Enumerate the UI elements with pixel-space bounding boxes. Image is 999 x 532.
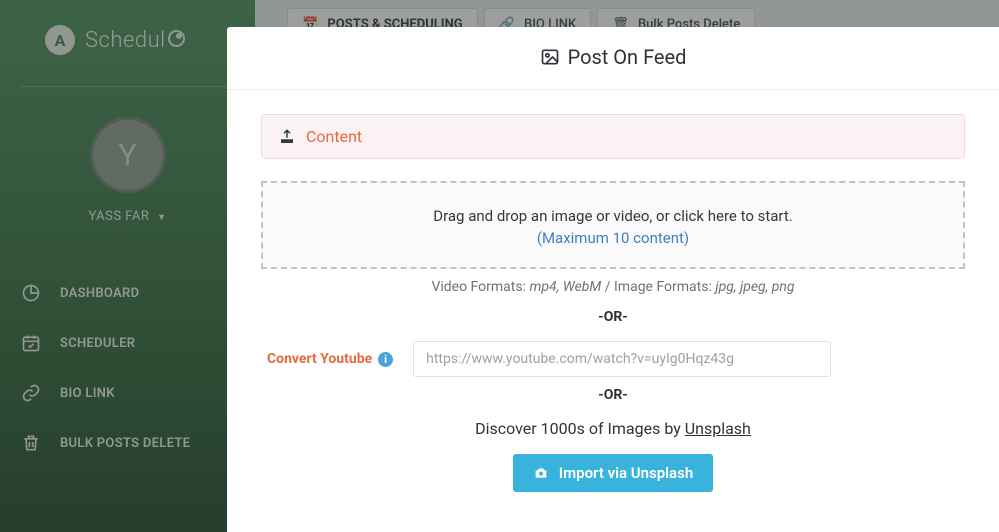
content-panel: Content: [261, 114, 965, 159]
youtube-url-input[interactable]: [413, 341, 831, 377]
content-panel-title: Content: [306, 127, 362, 146]
youtube-row: Convert Youtube i: [261, 341, 965, 377]
image-icon: [540, 47, 560, 67]
or-divider-1: -OR-: [261, 309, 965, 325]
modal-header: Post On Feed: [227, 27, 999, 90]
youtube-convert-label: Convert Youtube i: [267, 351, 393, 367]
image-formats: jpg, jpeg, png: [715, 279, 794, 295]
info-icon[interactable]: i: [378, 352, 393, 367]
content-panel-header: Content: [262, 115, 964, 158]
modal-title: Post On Feed: [568, 45, 687, 69]
unsplash-link[interactable]: Unsplash: [685, 419, 751, 438]
upload-icon: [278, 128, 296, 146]
import-unsplash-button[interactable]: Import via Unsplash: [513, 454, 713, 492]
or-divider-2: -OR-: [261, 387, 965, 403]
import-unsplash-label: Import via Unsplash: [559, 464, 693, 482]
unsplash-discover-text: Discover 1000s of Images by Unsplash: [261, 419, 965, 438]
dropzone-instruction: Drag and drop an image or video, or clic…: [275, 207, 951, 225]
camera-icon: [533, 465, 549, 481]
image-formats-label: Image Formats:: [614, 279, 712, 295]
post-on-feed-modal: Post On Feed Content Drag and drop an im…: [227, 27, 999, 532]
format-separator: /: [605, 279, 611, 295]
dropzone-max-note: (Maximum 10 content): [275, 229, 951, 247]
supported-formats: Video Formats: mp4, WebM / Image Formats…: [261, 279, 965, 295]
video-formats-label: Video Formats:: [431, 279, 526, 295]
video-formats: mp4, WebM: [529, 279, 601, 295]
modal-body: Content Drag and drop an image or video,…: [227, 90, 999, 512]
media-dropzone[interactable]: Drag and drop an image or video, or clic…: [261, 181, 965, 269]
